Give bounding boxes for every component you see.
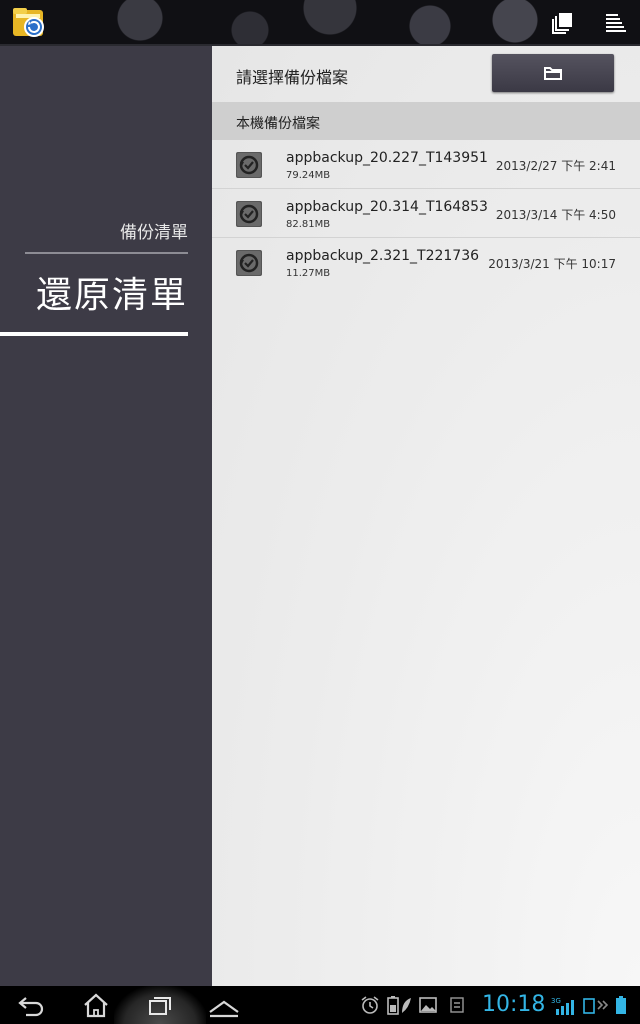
left-navigation-panel: 備份清單 還原清單 (0, 46, 212, 986)
battery-saver-icon (387, 996, 411, 1015)
folder-icon (544, 67, 562, 80)
action-bar (0, 0, 640, 46)
panel-title: 請選擇備份檔案 (236, 68, 349, 87)
selected-tab-indicator (0, 332, 188, 336)
recent-apps-icon[interactable] (140, 990, 180, 1020)
system-bar: 10:18 3G (0, 986, 640, 1024)
gallery-icon (419, 997, 437, 1013)
backup-file-row[interactable]: appbackup_20.314_T164853 82.81MB 2013/3/… (212, 189, 640, 238)
panel-header: 請選擇備份檔案 (212, 46, 640, 102)
backup-file-list: appbackup_20.227_T143951 79.24MB 2013/2/… (212, 140, 640, 286)
app-backup-icon[interactable] (12, 6, 46, 38)
copy-icon[interactable] (548, 8, 578, 36)
browse-folder-button[interactable] (492, 54, 614, 92)
backup-file-name: appbackup_20.314_T164853 (286, 199, 488, 215)
backup-list-tab[interactable]: 備份清單 (120, 218, 188, 243)
backup-file-icon (236, 250, 262, 276)
tab-divider (25, 252, 188, 254)
backup-file-size: 11.27MB (286, 268, 331, 279)
backup-file-date: 2013/3/14 下午 4:50 (495, 208, 616, 222)
restore-content-panel: 請選擇備份檔案 本機備份檔案 appbackup_20.227_T143951 … (212, 46, 640, 986)
section-header-label: 本機備份檔案 (236, 116, 320, 132)
backup-file-name: appbackup_20.227_T143951 (286, 150, 488, 166)
alarm-icon (361, 996, 379, 1014)
backup-file-name: appbackup_2.321_T221736 (286, 248, 480, 264)
backup-file-size: 79.24MB (286, 170, 331, 181)
backup-file-size: 82.81MB (286, 219, 331, 230)
backup-file-row[interactable]: appbackup_2.321_T221736 11.27MB 2013/3/2… (212, 238, 640, 286)
backup-file-icon (236, 152, 262, 178)
menu-up-icon[interactable] (204, 990, 244, 1020)
battery-icon (616, 996, 626, 1014)
network-type: 3G (551, 997, 561, 1005)
local-backups-section-header: 本機備份檔案 (212, 102, 640, 140)
restore-list-tab[interactable]: 還原清單 (36, 266, 188, 318)
status-clock: 10:18 (482, 992, 546, 1017)
expand-notifications-icon[interactable] (596, 995, 610, 1015)
back-icon[interactable] (12, 990, 52, 1020)
download-notification-icon (450, 997, 464, 1013)
backup-file-icon (236, 201, 262, 227)
sim-icon (583, 998, 595, 1014)
overflow-menu-icon[interactable] (600, 8, 630, 36)
signal-3g-icon: 3G (551, 997, 574, 1015)
backup-file-date: 2013/2/27 下午 2:41 (495, 159, 616, 173)
home-icon[interactable] (76, 990, 116, 1020)
backup-file-row[interactable]: appbackup_20.227_T143951 79.24MB 2013/2/… (212, 140, 640, 189)
backup-file-date: 2013/3/21 下午 10:17 (488, 257, 616, 271)
